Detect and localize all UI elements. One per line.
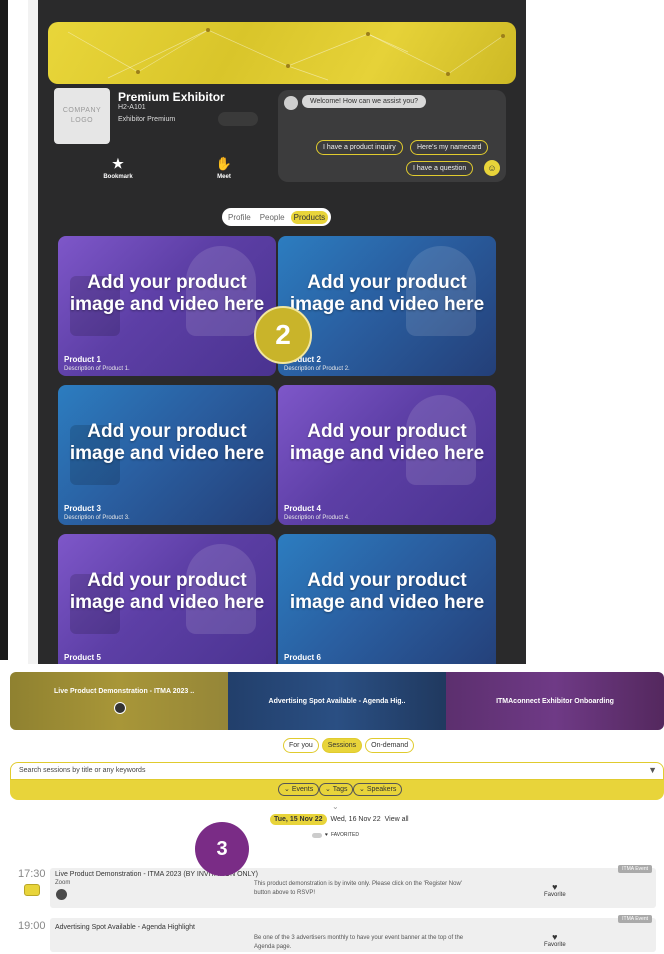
filter-tags-label: Tags: [332, 786, 348, 793]
handshake-icon: ✋: [215, 156, 233, 171]
filter-bar: ⌄ Events ⌄ Tags ⌄ Speakers: [10, 780, 664, 800]
hero-slide-2[interactable]: Advertising Spot Available - Agenda Hig.…: [228, 672, 446, 730]
chat-widget: Welcome! How can we assist you? I have a…: [278, 90, 506, 182]
event-badge: ITMA Event: [618, 865, 652, 873]
product-headline: Add your product image and video here: [69, 272, 265, 315]
hero-slide-title: Advertising Spot Available - Agenda Hig.…: [268, 697, 406, 705]
product-name: Product 3: [64, 504, 101, 513]
left-edge-bar: [0, 0, 8, 660]
exhibitor-tier: Exhibitor Premium: [118, 116, 176, 123]
product-headline: Add your product image and video here: [69, 570, 265, 613]
product-description: Description of Product 3.: [64, 515, 130, 521]
filter-events-label: Events: [291, 786, 314, 793]
star-icon: ★: [112, 156, 124, 171]
toggle-switch[interactable]: [312, 832, 322, 838]
favorite-label: Favorite: [544, 892, 566, 898]
hero-slide-1[interactable]: Live Product Demonstration - ITMA 2023 .…: [10, 672, 228, 730]
exhibitor-name: Premium Exhibitor: [118, 90, 225, 104]
product-card-3[interactable]: Add your product image and video here Pr…: [58, 385, 276, 525]
tab-for-you[interactable]: For you: [283, 738, 319, 753]
tab-on-demand[interactable]: On-demand: [365, 738, 415, 753]
product-headline: Add your product image and video here: [289, 421, 485, 464]
tab-sessions[interactable]: Sessions: [321, 738, 363, 753]
product-description: Description of Product 2.: [284, 366, 350, 372]
heart-icon: ♥: [552, 882, 558, 892]
favorited-label: FAVORITED: [330, 832, 359, 838]
session-time: 19:00: [18, 920, 46, 932]
ghost-tag: [218, 112, 258, 126]
favorite-button[interactable]: ♥ Favorite: [544, 882, 566, 898]
search-placeholder: Search sessions by title or any keywords: [19, 767, 146, 774]
heart-icon: ♥: [325, 832, 328, 838]
product-headline: Add your product image and video here: [69, 421, 265, 464]
session-description: This product demonstration is by invite …: [254, 881, 462, 896]
product-description: Description of Product 4.: [284, 515, 350, 521]
tab-people[interactable]: People: [257, 211, 288, 224]
date-wed-16[interactable]: Wed, 16 Nov 22: [331, 816, 381, 823]
product-headline: Add your product image and video here: [289, 272, 485, 315]
profile-tabs: Profile People Products: [222, 208, 332, 226]
bookmark-label: Bookmark: [103, 174, 133, 180]
favorite-button[interactable]: ♥ Favorite: [544, 932, 566, 948]
bot-greeting: Welcome! How can we assist you?: [302, 95, 427, 108]
chat-option-namecard[interactable]: Here's my namecard: [410, 140, 489, 155]
filter-events[interactable]: ⌄ Events: [278, 783, 320, 796]
product-card-1[interactable]: Add your product image and video here Pr…: [58, 236, 276, 376]
heart-icon: ♥: [552, 932, 558, 942]
step-marker-3: 3: [195, 822, 249, 876]
agenda-tabs: For you Sessions On-demand: [283, 738, 415, 753]
date-tue-15[interactable]: Tue, 15 Nov 22: [270, 814, 327, 825]
meet-button[interactable]: ✋ Meet: [194, 156, 254, 180]
speaker-avatar: [56, 889, 67, 900]
speaker-avatar: [114, 702, 126, 714]
date-view-all[interactable]: View all: [385, 816, 409, 823]
bot-avatar: [284, 96, 298, 110]
product-name: Product 6: [284, 653, 321, 662]
session-row-1[interactable]: ITMA Event Live Product Demonstration - …: [50, 865, 656, 908]
product-description: Description of Product 1.: [64, 366, 130, 372]
product-card-4[interactable]: Add your product image and video here Pr…: [278, 385, 496, 525]
user-avatar-icon: ☺: [484, 160, 500, 176]
live-stream-icon: [24, 884, 40, 896]
product-card-6[interactable]: Add your product image and video here Pr…: [278, 534, 496, 664]
chat-option-question[interactable]: I have a question: [406, 161, 474, 176]
favorite-label: Favorite: [544, 942, 566, 948]
date-selector: Tue, 15 Nov 22 Wed, 16 Nov 22 View all: [270, 814, 409, 825]
meet-label: Meet: [217, 174, 231, 180]
hero-slide-title: ITMAconnect Exhibitor Onboarding: [496, 697, 614, 705]
tab-profile[interactable]: Profile: [225, 211, 254, 224]
session-search-input[interactable]: Search sessions by title or any keywords…: [10, 762, 664, 780]
tab-products[interactable]: Products: [290, 210, 329, 224]
product-card-2[interactable]: Add your product image and video here Pr…: [278, 236, 496, 376]
hero-slide-title: Live Product Demonstration - ITMA 2023 .…: [54, 688, 195, 695]
product-card-5[interactable]: Add your product image and video here Pr…: [58, 534, 276, 664]
product-name: Product 1: [64, 355, 101, 364]
chevron-down-icon[interactable]: ⌄: [332, 802, 339, 811]
hero-slide-3[interactable]: ITMAconnect Exhibitor Onboarding: [446, 672, 664, 730]
product-name: Product 5: [64, 653, 101, 662]
filter-icon[interactable]: ▼: [648, 765, 657, 775]
event-badge: ITMA Event: [618, 915, 652, 923]
session-row-2[interactable]: ITMA Event Advertising Spot Available - …: [50, 915, 656, 952]
banner-network-pattern: [67, 28, 505, 81]
product-headline: Add your product image and video here: [289, 570, 485, 613]
session-location: Zoom: [55, 880, 71, 886]
filter-speakers[interactable]: ⌄ Speakers: [353, 783, 403, 796]
session-title: Advertising Spot Available - Agenda High…: [55, 924, 195, 931]
step-marker-2: 2: [254, 306, 312, 364]
booth-number: H2-A101: [118, 104, 146, 111]
session-description: Be one of the 3 advertisers monthly to h…: [254, 935, 464, 950]
filter-speakers-label: Speakers: [366, 786, 397, 793]
agenda-hero-carousel: Live Product Demonstration - ITMA 2023 .…: [10, 672, 664, 730]
product-name: Product 4: [284, 504, 321, 513]
bookmark-button[interactable]: ★ Bookmark: [88, 156, 148, 180]
session-time: 17:30: [18, 868, 46, 880]
company-logo: COMPANY LOGO: [54, 88, 110, 144]
chat-option-product-inquiry[interactable]: I have a product inquiry: [316, 140, 403, 155]
favorited-toggle[interactable]: ♥ FAVORITED: [312, 832, 359, 838]
booth-banner: [48, 22, 516, 84]
filter-tags[interactable]: ⌄ Tags: [319, 783, 354, 796]
